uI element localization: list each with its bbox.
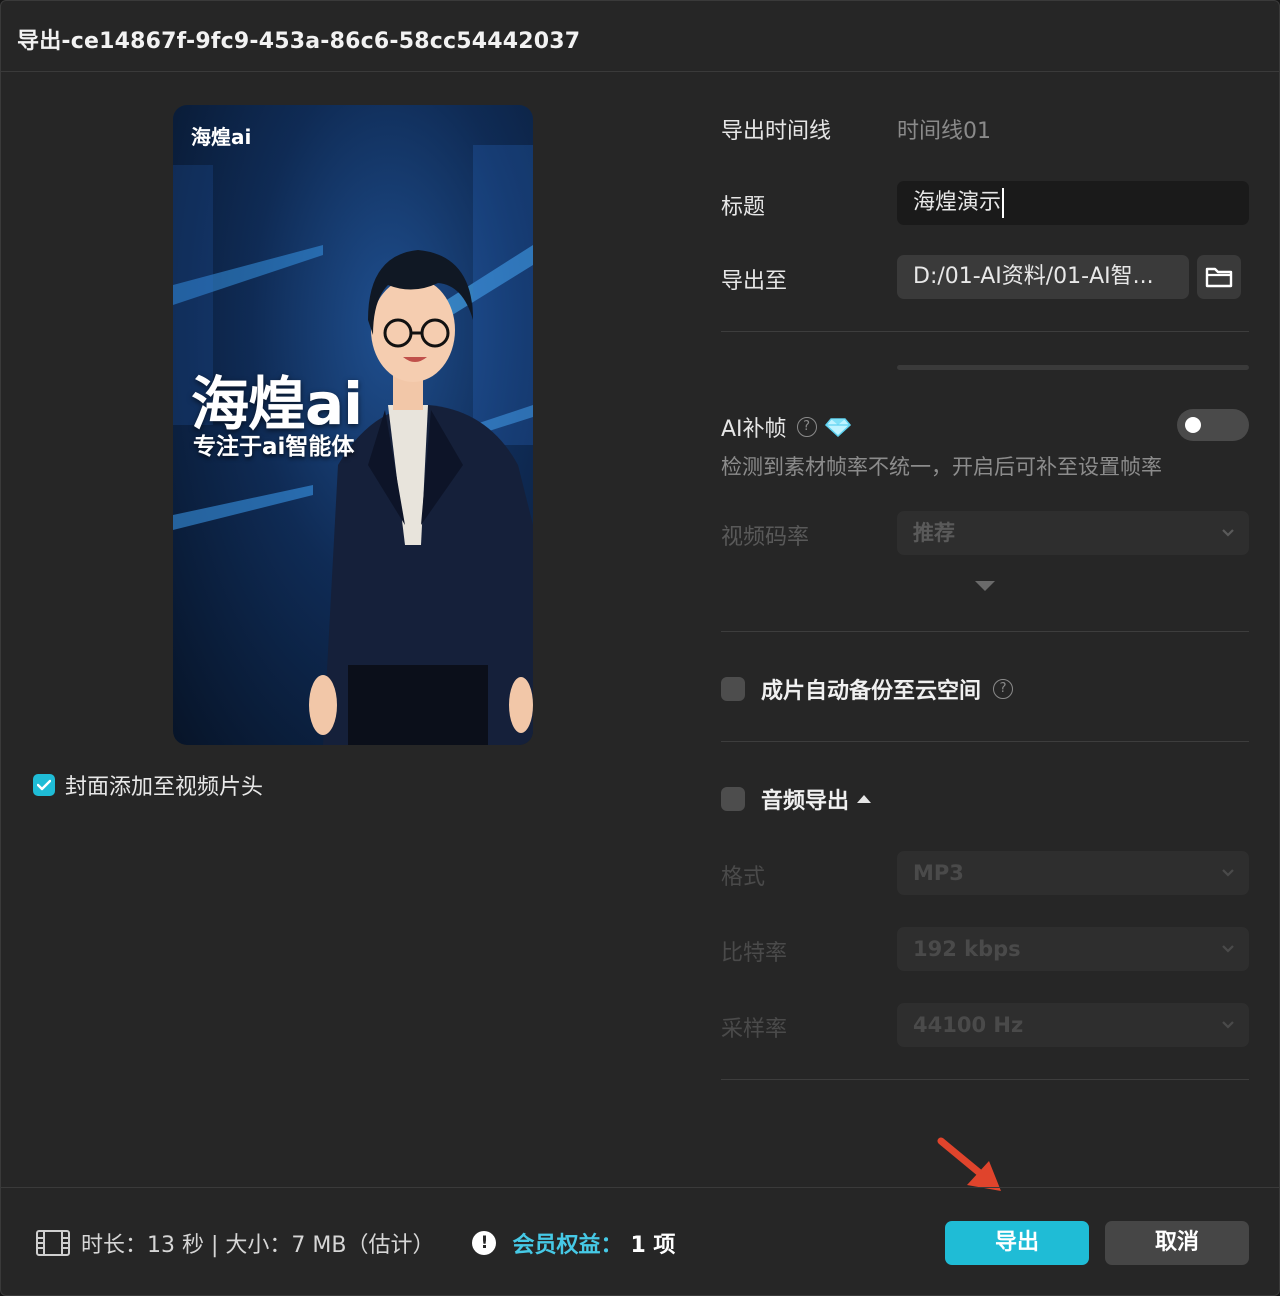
- audio-format-label: 格式: [721, 865, 766, 890]
- cover-brand-small: 海煌ai: [191, 125, 252, 149]
- folder-icon: [1205, 267, 1233, 288]
- section-divider: [721, 331, 1249, 332]
- help-icon[interactable]: ?: [993, 679, 1014, 699]
- ai-frame-row: AI补帧 ?: [721, 411, 851, 443]
- title-input-value: 海煌演示: [913, 190, 1002, 215]
- export-summary: 时长：13 秒 | 大小：7 MB（估计） ! 会员权益： 1 项: [35, 1227, 675, 1259]
- chevron-down-icon: [1222, 529, 1234, 537]
- export-dialog: 导出-ce14867f-9fc9-453a-86c6-58cc54442037: [0, 0, 1280, 1296]
- cloud-backup-checkbox[interactable]: [721, 677, 745, 701]
- collapse-up-icon[interactable]: [857, 795, 872, 803]
- text-caret: [1002, 188, 1005, 218]
- timeline-value: 时间线01: [897, 119, 991, 144]
- sample-rate-label: 采样率: [721, 1017, 788, 1042]
- ai-frame-toggle[interactable]: [1177, 409, 1249, 441]
- film-icon: [36, 1230, 70, 1256]
- title-label: 标题: [721, 195, 766, 220]
- chevron-down-icon: [1222, 945, 1234, 953]
- cloud-backup-label: 成片自动备份至云空间: [761, 679, 982, 704]
- cancel-button[interactable]: 取消: [1105, 1221, 1249, 1265]
- dialog-title: 导出-ce14867f-9fc9-453a-86c6-58cc54442037: [17, 29, 581, 54]
- audio-export-option[interactable]: 音频导出: [721, 783, 872, 815]
- vip-diamond-icon: [824, 418, 851, 437]
- video-bitrate-select[interactable]: 推荐: [897, 511, 1249, 555]
- cover-preview[interactable]: 海煌ai 海煌ai 专注于ai智能体: [173, 105, 533, 745]
- cover-to-start-checkbox[interactable]: [33, 774, 55, 796]
- footer-divider: [1, 1187, 1279, 1188]
- expand-more-icon[interactable]: [975, 581, 995, 591]
- ai-frame-label: AI补帧: [721, 417, 787, 442]
- audio-format-value: MP3: [913, 861, 964, 885]
- info-alert-icon[interactable]: !: [472, 1231, 497, 1255]
- audio-export-label: 音频导出: [761, 789, 850, 814]
- timeline-label: 导出时间线: [721, 119, 832, 144]
- video-bitrate-value: 推荐: [913, 521, 955, 545]
- audio-export-checkbox[interactable]: [721, 787, 745, 811]
- cover-to-start-option[interactable]: 封面添加至视频片头: [33, 769, 263, 801]
- section-divider: [721, 741, 1249, 742]
- duration-size-text: 时长：13 秒 | 大小：7 MB（估计）: [81, 1233, 435, 1258]
- browse-folder-button[interactable]: [1197, 255, 1241, 299]
- sample-rate-select[interactable]: 44100 Hz: [897, 1003, 1249, 1047]
- audio-bitrate-select[interactable]: 192 kbps: [897, 927, 1249, 971]
- collapsed-field: [897, 365, 1249, 370]
- help-icon[interactable]: ?: [796, 417, 817, 437]
- toggle-knob: [1185, 417, 1201, 433]
- cover-brand-subtitle: 专注于ai智能体: [193, 434, 355, 460]
- video-bitrate-label: 视频码率: [721, 525, 810, 550]
- sample-rate-value: 44100 Hz: [913, 1013, 1024, 1037]
- section-divider: [721, 631, 1249, 632]
- chevron-down-icon: [1222, 1021, 1234, 1029]
- member-benefits-label[interactable]: 会员权益：: [512, 1227, 622, 1259]
- cover-to-start-label: 封面添加至视频片头: [65, 775, 264, 800]
- export-to-label: 导出至: [721, 269, 788, 294]
- title-input[interactable]: 海煌演示: [897, 181, 1249, 225]
- audio-bitrate-label: 比特率: [721, 941, 788, 966]
- ai-frame-description: 检测到素材帧率不统一，开启后可补至设置帧率: [721, 455, 1162, 479]
- chevron-down-icon: [1222, 869, 1234, 877]
- cloud-backup-option[interactable]: 成片自动备份至云空间 ?: [721, 673, 1014, 705]
- export-path-field[interactable]: D:/01-AI资料/01-AI智...: [897, 255, 1189, 299]
- export-button[interactable]: 导出: [945, 1221, 1089, 1265]
- member-benefits-count: 1 项: [630, 1233, 676, 1258]
- title-bar: 导出-ce14867f-9fc9-453a-86c6-58cc54442037: [1, 1, 1279, 72]
- section-divider: [721, 1079, 1249, 1080]
- audio-format-select[interactable]: MP3: [897, 851, 1249, 895]
- audio-bitrate-value: 192 kbps: [913, 937, 1021, 961]
- check-icon: [37, 779, 51, 791]
